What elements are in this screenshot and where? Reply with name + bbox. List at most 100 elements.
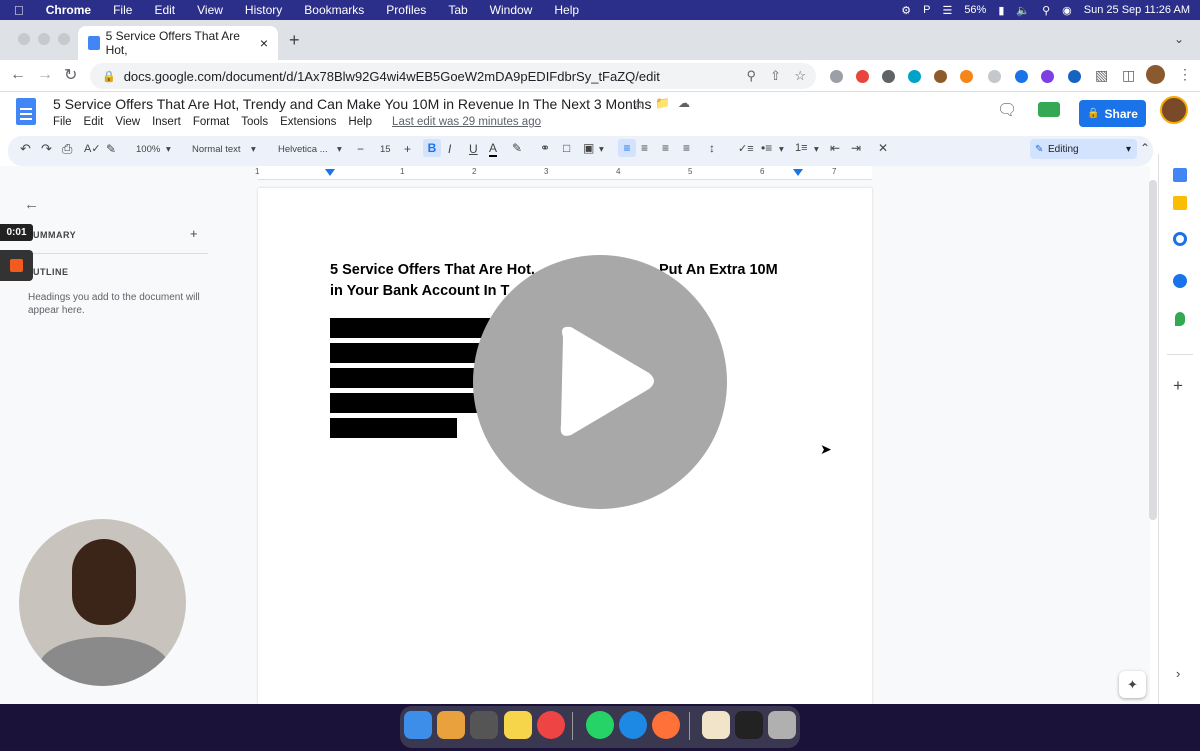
print-icon[interactable]: ⎙ xyxy=(62,141,72,157)
tasks-icon[interactable] xyxy=(1173,232,1187,246)
reload-icon[interactable]: ↻ xyxy=(64,65,77,85)
calendar-icon[interactable] xyxy=(1173,168,1187,182)
font-size-input[interactable]: 15 xyxy=(380,144,391,155)
menubar-datetime[interactable]: Sun 25 Sep 11:26 AM xyxy=(1084,4,1190,16)
bullet-list-icon[interactable]: •≡ xyxy=(761,141,772,155)
menubar-item-tab[interactable]: Tab xyxy=(448,3,467,17)
contacts-icon[interactable] xyxy=(1173,274,1187,288)
safari-icon[interactable] xyxy=(619,711,647,739)
docs-menu-format[interactable]: Format xyxy=(193,116,229,128)
extensions-puzzle-icon[interactable]: ▧ xyxy=(1095,67,1108,84)
search-icon[interactable]: ⚲ xyxy=(1042,4,1050,17)
redo-icon[interactable]: ↷ xyxy=(41,141,52,157)
webcam-bubble[interactable] xyxy=(19,519,186,686)
menubar-item-history[interactable]: History xyxy=(245,3,282,17)
align-justify-icon[interactable]: ≡ xyxy=(683,141,690,155)
editing-mode-select[interactable]: ✎ Editing ▾ xyxy=(1030,139,1137,159)
gear-status-icon[interactable]: ⚙ xyxy=(901,4,911,17)
bullet-dropdown-icon[interactable]: ▾ xyxy=(779,144,784,155)
extension-link-icon[interactable] xyxy=(988,70,1001,83)
highlight-icon[interactable]: ✎ xyxy=(512,141,522,155)
right-indent-marker[interactable] xyxy=(793,169,803,176)
image-dropdown-icon[interactable]: ▾ xyxy=(599,144,604,155)
image-insert-icon[interactable]: ▣ xyxy=(583,141,594,155)
expand-panel-icon[interactable]: › xyxy=(1176,666,1180,681)
font-dropdown-icon[interactable]: ▾ xyxy=(337,144,342,155)
chrome-icon[interactable] xyxy=(537,711,565,739)
checklist-icon[interactable]: ✓≡ xyxy=(738,142,754,155)
meet-icon[interactable] xyxy=(1038,102,1060,117)
back-icon[interactable]: ← xyxy=(10,66,26,84)
bold-icon[interactable]: B xyxy=(423,139,441,157)
collapse-toolbar-icon[interactable]: ⌃ xyxy=(1140,141,1150,155)
link-icon[interactable]: ⚭ xyxy=(540,141,550,155)
browser-tab[interactable]: 5 Service Offers That Are Hot, × xyxy=(78,26,278,60)
font-size-increase-icon[interactable]: + xyxy=(404,142,411,156)
extension-fox-icon[interactable] xyxy=(960,70,973,83)
extension-code-icon[interactable] xyxy=(830,70,843,83)
menubar-item-view[interactable]: View xyxy=(197,3,223,17)
undo-icon[interactable]: ↶ xyxy=(20,141,31,157)
zoom-dropdown-icon[interactable]: ▾ xyxy=(166,144,171,155)
cloud-status-icon[interactable]: ☁ xyxy=(678,96,690,110)
paint-format-icon[interactable]: ✎ xyxy=(106,142,116,156)
screenshot-stack-icon[interactable] xyxy=(735,711,763,739)
whatsapp-icon[interactable] xyxy=(586,711,614,739)
docs-menu-help[interactable]: Help xyxy=(348,116,372,128)
text-color-icon[interactable]: A xyxy=(489,141,498,157)
extension-red-icon[interactable] xyxy=(856,70,869,83)
increase-indent-icon[interactable]: ⇥ xyxy=(851,141,861,155)
style-select[interactable]: Normal text xyxy=(192,144,241,155)
finder-icon[interactable] xyxy=(404,711,432,739)
profile-avatar[interactable] xyxy=(1146,65,1165,84)
url-bar[interactable]: 🔒 docs.google.com/document/d/1Ax78Blw92G… xyxy=(90,63,816,89)
volume-icon[interactable]: 🔈 xyxy=(1016,4,1030,17)
vertical-scrollbar[interactable] xyxy=(1149,180,1157,520)
docs-menu-edit[interactable]: Edit xyxy=(84,116,104,128)
forward-icon[interactable]: → xyxy=(37,66,53,84)
share-page-icon[interactable]: ⇧ xyxy=(770,68,781,84)
docs-logo-icon[interactable] xyxy=(16,98,36,125)
document-title[interactable]: 5 Service Offers That Are Hot, Trendy an… xyxy=(53,96,651,112)
close-outline-icon[interactable]: ← xyxy=(24,196,39,213)
decrease-indent-icon[interactable]: ⇤ xyxy=(830,141,840,155)
docs-menu-view[interactable]: View xyxy=(115,116,140,128)
align-left-icon[interactable]: ≡ xyxy=(618,139,636,157)
add-addon-icon[interactable]: + xyxy=(1173,376,1183,396)
extension-cookie-icon[interactable] xyxy=(934,70,947,83)
comments-icon[interactable]: 🗨 xyxy=(997,100,1017,120)
italic-icon[interactable]: I xyxy=(448,142,451,156)
font-select[interactable]: Helvetica ... xyxy=(278,144,328,155)
user-avatar[interactable] xyxy=(1160,96,1188,124)
move-folder-icon[interactable]: 📁 xyxy=(655,96,670,110)
control-center-icon[interactable]: ◉ xyxy=(1062,4,1072,17)
menubar-item-window[interactable]: Window xyxy=(490,3,533,17)
keep-icon[interactable] xyxy=(1173,196,1187,210)
add-summary-icon[interactable]: + xyxy=(190,226,198,241)
last-edit-link[interactable]: Last edit was 29 minutes ago xyxy=(392,116,541,128)
window-minimize-button[interactable] xyxy=(38,33,50,45)
docs-menu-tools[interactable]: Tools xyxy=(241,116,268,128)
documents-stack-icon[interactable] xyxy=(702,711,730,739)
spellcheck-icon[interactable]: A✓ xyxy=(84,142,101,155)
window-close-button[interactable] xyxy=(18,33,30,45)
bookmark-star-icon[interactable]: ☆ xyxy=(794,68,806,84)
sidepanel-icon[interactable]: ◫ xyxy=(1122,67,1135,84)
menubar-item-file[interactable]: File xyxy=(113,3,132,17)
tab-search-icon[interactable]: ⌄ xyxy=(1174,32,1184,46)
window-zoom-button[interactable] xyxy=(58,33,70,45)
calculator-icon[interactable] xyxy=(470,711,498,739)
menubar-item-edit[interactable]: Edit xyxy=(154,3,175,17)
launchpad-icon[interactable] xyxy=(437,711,465,739)
apple-icon[interactable]:  xyxy=(14,3,24,18)
font-size-decrease-icon[interactable]: − xyxy=(357,142,364,156)
docs-menu-insert[interactable]: Insert xyxy=(152,116,181,128)
clear-formatting-icon[interactable]: ✕ xyxy=(878,141,888,155)
underline-icon[interactable]: U xyxy=(469,142,478,156)
numbered-list-icon[interactable]: 1≡ xyxy=(795,142,808,154)
zoom-select[interactable]: 100% xyxy=(136,144,160,155)
numbered-dropdown-icon[interactable]: ▾ xyxy=(814,144,819,155)
trash-icon[interactable] xyxy=(768,711,796,739)
comment-add-icon[interactable]: □ xyxy=(563,141,570,155)
menubar-app-name[interactable]: Chrome xyxy=(46,3,91,17)
